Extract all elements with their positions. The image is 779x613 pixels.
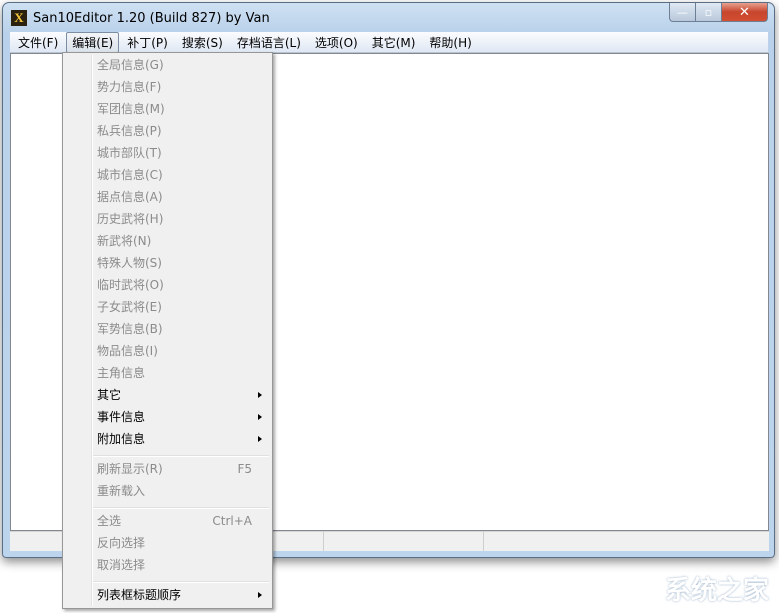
menu-other[interactable]: 其它(M) [366,32,422,53]
menu-item-private-troops[interactable]: 私兵信息(P) [65,120,270,142]
menu-item-global-info[interactable]: 全局信息(G) [65,54,270,76]
menu-item-deselect[interactable]: 取消选择 [65,554,270,576]
menu-item-temp-officers[interactable]: 临时武将(O) [65,274,270,296]
minimize-button[interactable]: — [669,3,696,22]
menu-separator [93,581,269,583]
menu-item-label: 全选 [97,514,122,528]
menu-item-other[interactable]: 其它 [65,384,270,406]
menu-item-new-officers[interactable]: 新武将(N) [65,230,270,252]
shortcut-label: Ctrl+A [212,514,252,528]
menu-edit[interactable]: 编辑(E) [66,31,120,53]
menu-item-protagonist-info[interactable]: 主角信息 [65,362,270,384]
shortcut-label: F5 [237,462,252,476]
menu-item-corps-info[interactable]: 军团信息(M) [65,98,270,120]
menu-item-select-all[interactable]: 全选 Ctrl+A [65,510,270,532]
edit-dropdown-menu: 全局信息(G) 势力信息(F) 军团信息(M) 私兵信息(P) 城市部队(T) … [62,52,273,609]
window-title: San10Editor 1.20 (Build 827) by Van [33,10,270,26]
menu-separator [93,507,269,509]
menu-item-extra-info[interactable]: 附加信息 [65,428,270,450]
menu-help[interactable]: 帮助(H) [423,32,477,53]
menu-item-historical-officers[interactable]: 历史武将(H) [65,208,270,230]
title-bar: X San10Editor 1.20 (Build 827) by Van [11,10,270,26]
menu-item-city-info[interactable]: 城市信息(C) [65,164,270,186]
menu-item-force-info[interactable]: 势力信息(F) [65,76,270,98]
menu-item-invert-selection[interactable]: 反向选择 [65,532,270,554]
menu-item-special-people[interactable]: 特殊人物(S) [65,252,270,274]
menu-item-reload[interactable]: 重新载入 [65,480,270,502]
status-panel [484,532,769,551]
submenu-arrow-icon [258,436,262,442]
menu-options[interactable]: 选项(O) [309,32,364,53]
app-icon[interactable]: X [11,10,27,26]
menu-item-label: 刷新显示(R) [97,462,163,476]
submenu-arrow-icon [258,392,262,398]
maximize-button[interactable]: ▫ [696,3,722,22]
menu-item-city-troops[interactable]: 城市部队(T) [65,142,270,164]
menu-item-label: 附加信息 [97,432,146,446]
menu-bar: 文件(F) 编辑(E) 补丁(P) 搜索(S) 存档语言(L) 选项(O) 其它… [10,31,768,53]
menu-item-children-officers[interactable]: 子女武将(E) [65,296,270,318]
menu-item-label: 列表框标题顺序 [97,588,182,602]
menu-item-column-order[interactable]: 列表框标题顺序 [65,584,270,606]
status-panel [324,532,484,551]
menu-item-army-info[interactable]: 军势信息(B) [65,318,270,340]
menu-separator [93,455,269,457]
menu-item-label: 其它 [97,388,122,402]
submenu-arrow-icon [258,592,262,598]
menu-save-language[interactable]: 存档语言(L) [231,32,307,53]
close-button[interactable]: ✕ [722,3,768,22]
menu-item-base-info[interactable]: 据点信息(A) [65,186,270,208]
menu-file[interactable]: 文件(F) [12,32,64,53]
menu-item-refresh[interactable]: 刷新显示(R) F5 [65,458,270,480]
menu-item-item-info[interactable]: 物品信息(I) [65,340,270,362]
menu-search[interactable]: 搜索(S) [176,32,229,53]
watermark-logo: 系统之家 [664,576,769,606]
submenu-arrow-icon [258,414,262,420]
menu-item-event-info[interactable]: 事件信息 [65,406,270,428]
menu-patch[interactable]: 补丁(P) [121,32,174,53]
menu-item-label: 事件信息 [97,410,146,424]
